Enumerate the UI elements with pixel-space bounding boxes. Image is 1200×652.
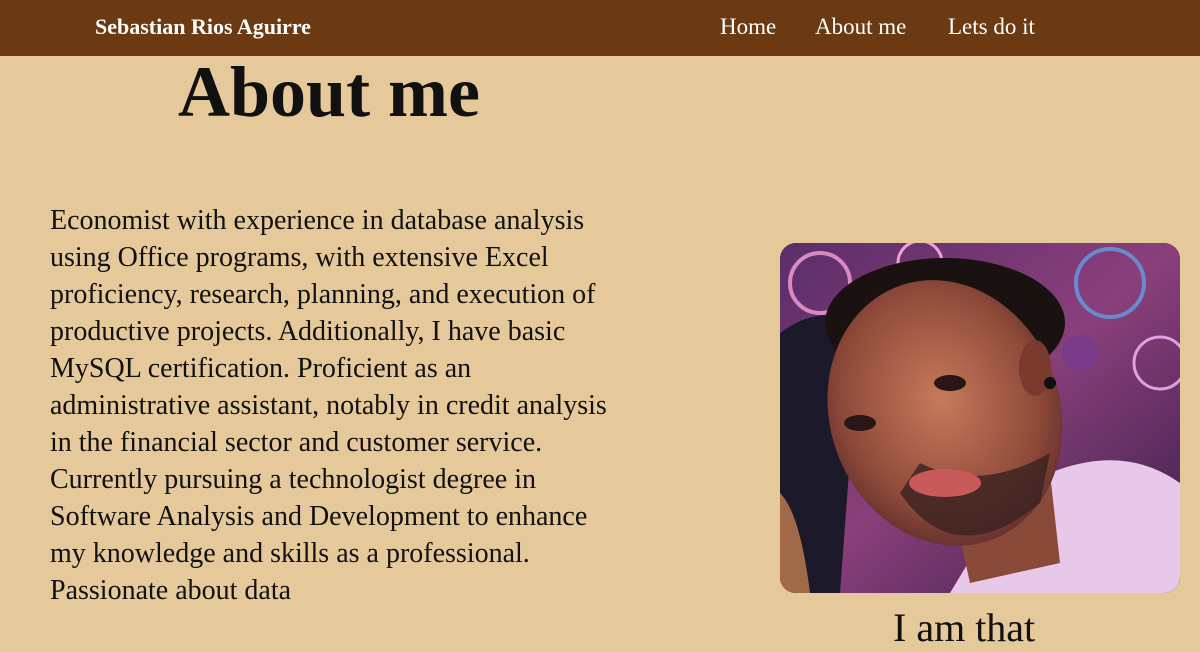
brand-link[interactable]: Sebastian Rios Aguirre (95, 13, 311, 41)
page-title: About me (178, 52, 480, 132)
nav-link-lets-do-it[interactable]: Lets do it (948, 13, 1035, 41)
navbar: Sebastian Rios Aguirre Home About me Let… (0, 0, 1200, 56)
nav-link-about-me[interactable]: About me (815, 13, 906, 41)
photo-caption: I am that (893, 605, 1036, 650)
bio-text: Economist with experience in database an… (50, 205, 607, 606)
nav-link-home[interactable]: Home (720, 13, 776, 41)
profile-photo (780, 243, 1180, 593)
